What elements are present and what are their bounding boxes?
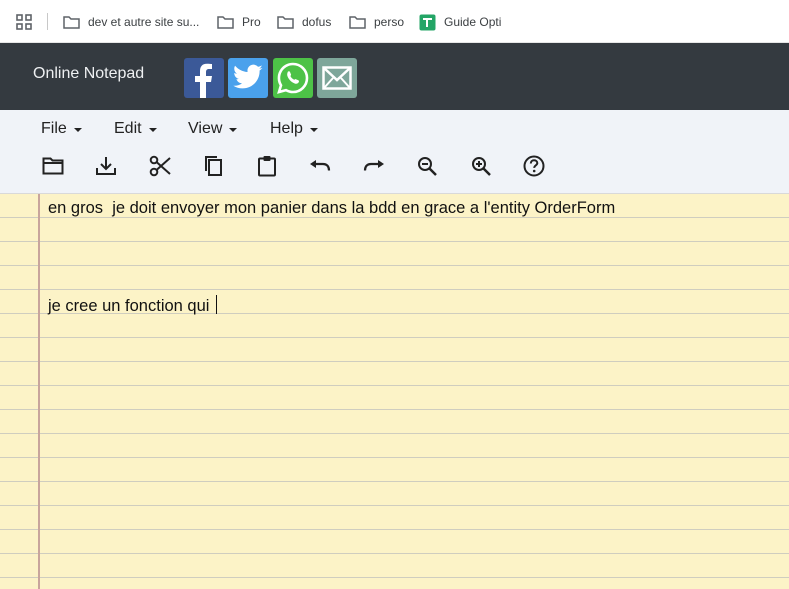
zoom-in-icon — [472, 157, 491, 176]
zoom-in-button[interactable] — [469, 154, 493, 178]
menu-help[interactable]: Help — [270, 120, 318, 138]
redo-icon — [363, 160, 384, 171]
menu-label: View — [188, 120, 223, 137]
cut-button[interactable] — [148, 154, 172, 178]
editor-line-1: en gros je doit envoyer mon panier dans … — [48, 199, 616, 217]
caret-down-icon — [309, 127, 318, 132]
menu-view[interactable]: View — [188, 120, 238, 138]
text-cursor — [216, 295, 218, 314]
menu-file[interactable]: File — [41, 120, 82, 138]
undo-button[interactable] — [308, 154, 332, 178]
open-file-button[interactable] — [41, 154, 65, 178]
caret-down-icon — [229, 127, 238, 132]
undo-icon — [310, 160, 331, 171]
menu-label: Help — [270, 120, 303, 137]
folder-icon — [63, 16, 80, 29]
bookmark-label: perso — [374, 15, 405, 29]
twitter-icon — [233, 64, 263, 89]
menu-label: File — [41, 120, 67, 137]
editor-line-4-text: je cree un fonction qui — [48, 297, 215, 315]
cut-icon — [149, 155, 171, 177]
bookmark-folder-pro[interactable]: Pro — [217, 13, 261, 31]
folder-icon — [349, 16, 366, 29]
caret-down-icon — [148, 127, 157, 132]
copy-button[interactable] — [201, 154, 225, 178]
paste-icon — [258, 156, 276, 177]
help-icon — [523, 155, 545, 177]
sheets-icon — [419, 14, 436, 30]
paper-margin-line — [38, 194, 40, 589]
open-folder-icon — [42, 157, 64, 175]
bookmark-folder-dofus[interactable]: dofus — [277, 13, 331, 31]
apps-grid-icon[interactable] — [16, 14, 32, 30]
menu-bar: File Edit View Help — [0, 110, 789, 194]
bookmark-label: dev et autre site su... — [88, 15, 200, 29]
menu-edit[interactable]: Edit — [114, 120, 157, 138]
facebook-share-button[interactable] — [184, 58, 224, 98]
caret-down-icon — [73, 127, 82, 132]
redo-button[interactable] — [362, 154, 386, 178]
help-button[interactable] — [522, 154, 546, 178]
bookmark-label: dofus — [302, 15, 332, 29]
email-icon — [322, 66, 352, 90]
bookmark-label: Pro — [242, 15, 261, 29]
menu-label: Edit — [114, 120, 142, 137]
paste-button[interactable] — [255, 154, 279, 178]
bookmark-folder-perso[interactable]: perso — [349, 13, 404, 31]
zoom-out-button[interactable] — [415, 154, 439, 178]
download-button[interactable] — [94, 154, 118, 178]
bookmarks-bar: dev et autre site su... Pro dofus perso … — [0, 0, 789, 43]
editor-line-4: je cree un fonction qui — [48, 295, 218, 316]
copy-icon — [205, 156, 222, 176]
bookmark-folder-dev[interactable]: dev et autre site su... — [63, 13, 199, 31]
facebook-icon — [195, 63, 212, 98]
whatsapp-share-button[interactable] — [273, 58, 313, 98]
twitter-share-button[interactable] — [228, 58, 268, 98]
notepad-editor[interactable]: en gros je doit envoyer mon panier dans … — [0, 194, 789, 589]
email-share-button[interactable] — [317, 58, 357, 98]
whatsapp-icon — [277, 62, 309, 94]
bookmarks-separator — [47, 13, 48, 30]
bookmark-label: Guide Opti — [444, 15, 502, 29]
app-header: Online Notepad — [0, 43, 789, 110]
app-title: Online Notepad — [33, 65, 145, 82]
zoom-out-icon — [418, 157, 437, 176]
bookmark-guide-opti[interactable]: Guide Opti — [419, 13, 501, 31]
download-icon — [96, 157, 116, 175]
folder-icon — [277, 16, 294, 29]
folder-icon — [217, 16, 234, 29]
